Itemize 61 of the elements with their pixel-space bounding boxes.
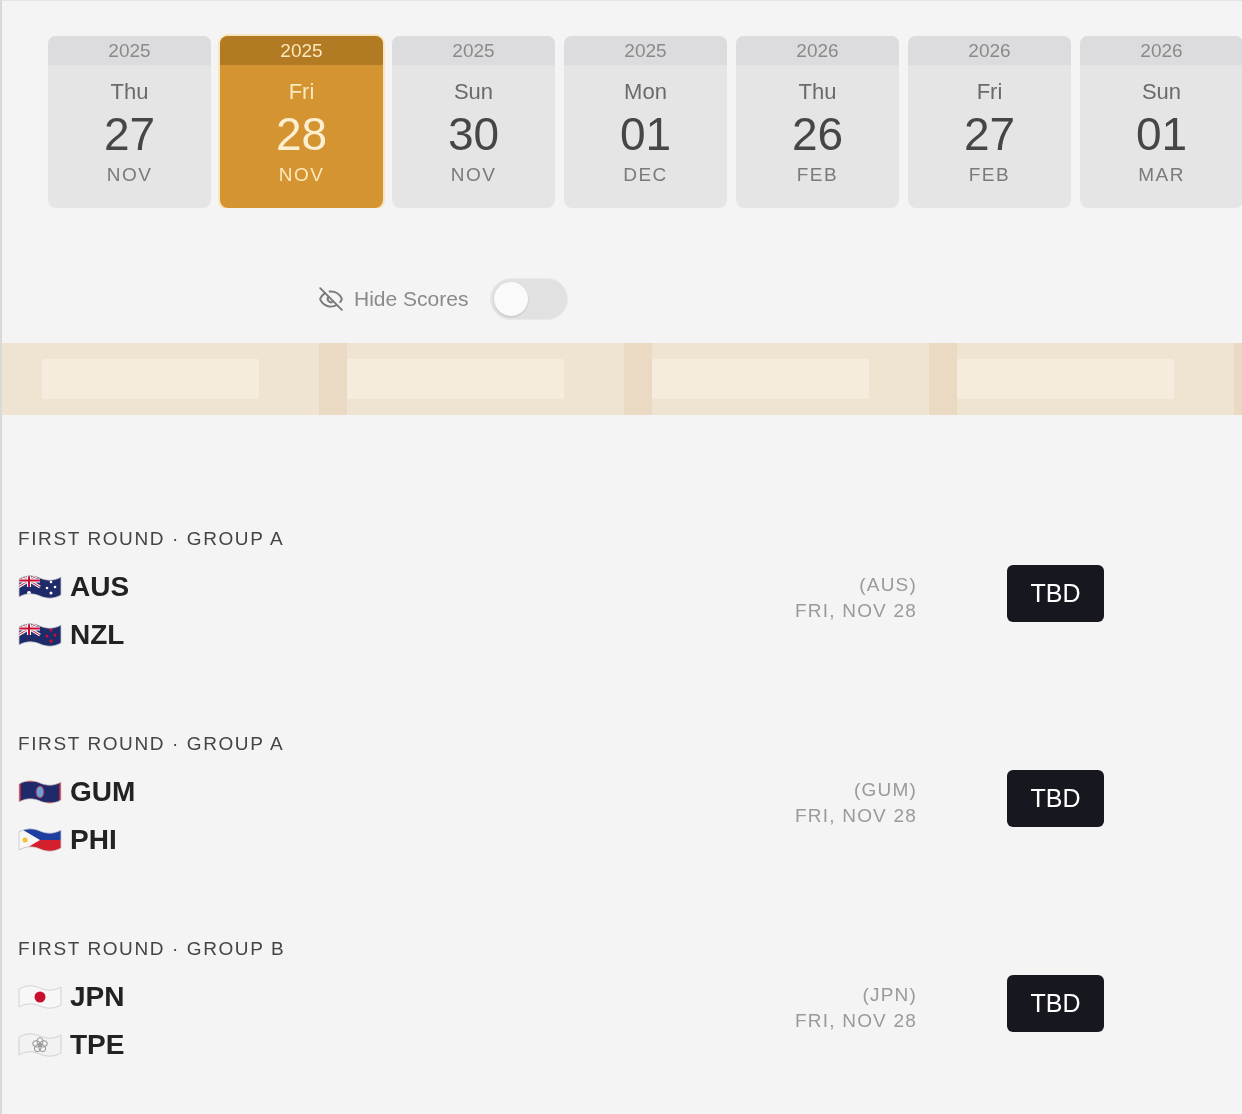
date-tab[interactable]: 2026 Fri 27 FEB: [908, 36, 1071, 208]
venue-label: (JPN): [862, 983, 917, 1007]
team-code: AUS: [70, 571, 130, 603]
australia-flag-icon: [18, 574, 62, 600]
flower-emblem-flag-icon: [18, 1032, 62, 1058]
round-label: FIRST ROUND · GROUP A: [18, 527, 285, 551]
new-zealand-flag-icon: [18, 622, 62, 648]
weekday-label: Sun: [1141, 79, 1182, 105]
month-label: NOV: [450, 164, 497, 186]
day-number: 27: [103, 109, 156, 159]
month-label: FEB: [968, 164, 1011, 186]
round-label: FIRST ROUND · GROUP A: [18, 732, 285, 756]
year-label: 2025: [392, 36, 555, 65]
status-button[interactable]: TBD: [1007, 565, 1104, 622]
month-label: DEC: [623, 164, 668, 186]
philippines-flag-icon: [18, 827, 62, 853]
year-label: 2025: [48, 36, 211, 65]
date-tab[interactable]: 2025 Mon 01 DEC: [564, 36, 727, 208]
year-label: 2025: [220, 36, 383, 65]
day-number: 28: [275, 109, 328, 159]
venue-label: (AUS): [859, 573, 917, 597]
day-number: 30: [447, 109, 500, 159]
status-button[interactable]: TBD: [1007, 975, 1104, 1032]
weekday-label: Thu: [110, 79, 149, 105]
year-label: 2026: [736, 36, 899, 65]
match-date: FRI, NOV 28: [795, 599, 917, 623]
date-tab[interactable]: 2026 Thu 26 FEB: [736, 36, 899, 208]
year-label: 2026: [908, 36, 1071, 65]
weekday-label: Sun: [453, 79, 494, 105]
year-label: 2025: [564, 36, 727, 65]
match-date: FRI, NOV 28: [795, 804, 917, 828]
weekday-label: Fri: [288, 79, 315, 105]
eye-off-icon: [318, 286, 344, 312]
month-label: FEB: [796, 164, 839, 186]
date-tab[interactable]: 2025 Sun 30 NOV: [392, 36, 555, 208]
team-code: NZL: [70, 619, 125, 651]
guam-flag-icon: [18, 779, 62, 805]
day-number: 01: [619, 109, 672, 159]
venue-label: (GUM): [854, 778, 917, 802]
hide-scores-toggle[interactable]: [490, 278, 569, 320]
japan-flag-icon: [18, 984, 62, 1010]
hide-scores-label: Hide Scores: [354, 287, 469, 311]
date-tab[interactable]: 2026 Sun 01 MAR: [1080, 36, 1242, 208]
round-label: FIRST ROUND · GROUP B: [18, 937, 286, 961]
weekday-label: Fri: [976, 79, 1003, 105]
weekday-label: Mon: [624, 79, 667, 105]
team-code: GUM: [70, 776, 136, 808]
team-code: JPN: [70, 981, 125, 1013]
month-label: MAR: [1138, 164, 1185, 186]
match-date: FRI, NOV 28: [795, 1009, 917, 1033]
day-number: 01: [1135, 109, 1188, 159]
day-number: 27: [963, 109, 1016, 159]
team-code: TPE: [70, 1029, 125, 1061]
date-tab[interactable]: 2025 Thu 27 NOV: [48, 36, 211, 208]
year-label: 2026: [1080, 36, 1242, 65]
status-button[interactable]: TBD: [1007, 770, 1104, 827]
team-code: PHI: [70, 824, 117, 856]
day-number: 26: [791, 109, 844, 159]
month-label: NOV: [278, 164, 325, 186]
month-label: NOV: [106, 164, 153, 186]
weekday-label: Thu: [798, 79, 837, 105]
